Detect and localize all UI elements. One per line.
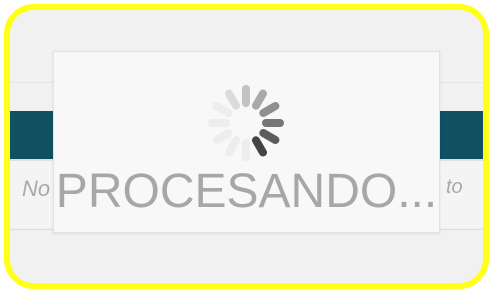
- column-header-fragment-right: to: [446, 176, 463, 198]
- spinner-segment: [242, 85, 250, 107]
- spinner-segment: [262, 119, 284, 127]
- column-header-fragment-left: No: [22, 176, 51, 201]
- loading-dialog: PROCESANDO...: [53, 51, 440, 233]
- processing-label: PROCESANDO...: [55, 165, 438, 218]
- spinner-segment: [208, 119, 230, 127]
- spinner-icon: [202, 79, 290, 167]
- highlight-frame: No to PROCESANDO...: [4, 4, 489, 289]
- spinner-segment: [242, 139, 250, 161]
